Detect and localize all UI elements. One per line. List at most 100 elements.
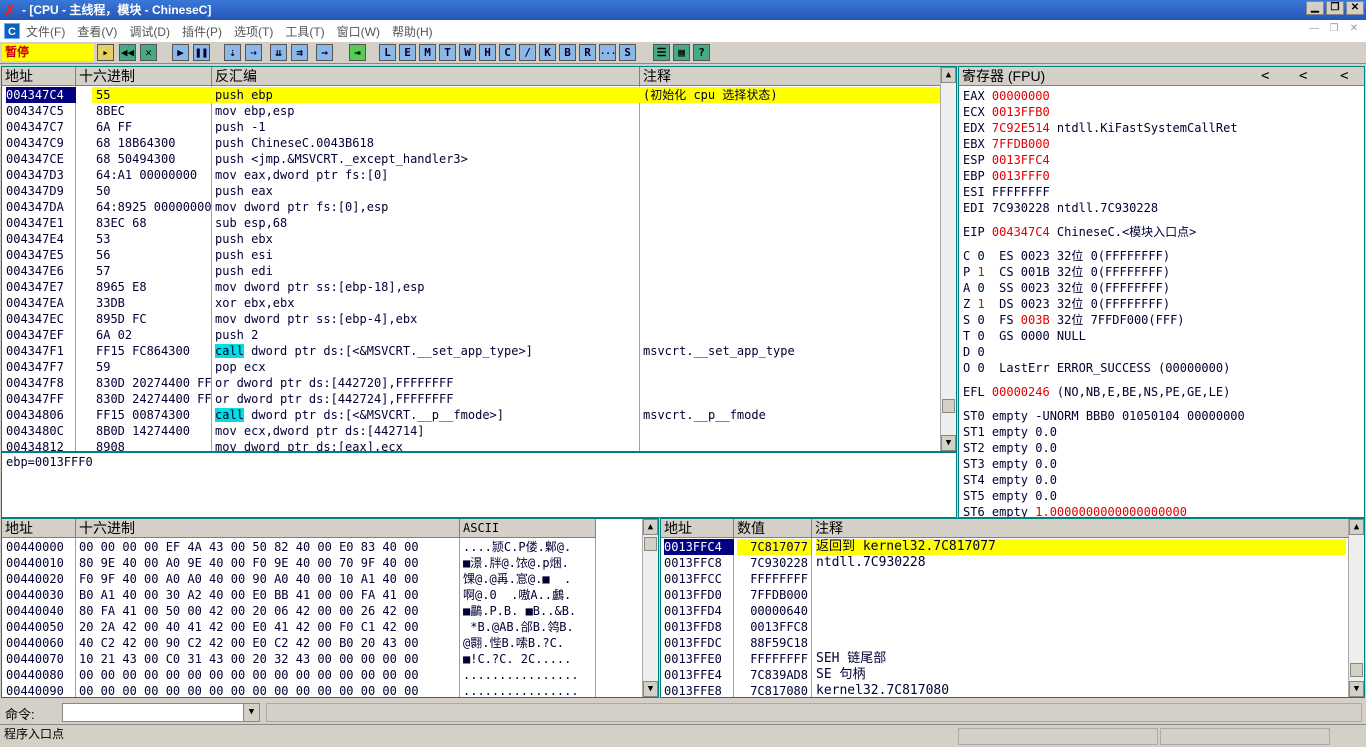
- disasm-row[interactable]: 004347F8 830D 20274400 FF or dword ptr ds:…: [2, 375, 942, 391]
- stack-row[interactable]: 0013FFE8 7C817080 kernel32.7C817080: [661, 683, 1349, 697]
- stack-col-address[interactable]: 地址: [661, 519, 734, 538]
- disasm-row[interactable]: 004347E5 56 push esi: [2, 247, 942, 263]
- disasm-instruction[interactable]: push -1: [215, 119, 639, 135]
- disasm-hex[interactable]: 59: [96, 359, 212, 375]
- dump-ascii[interactable]: 啊@.0 .嗷A..鸕.: [463, 587, 595, 603]
- disasm-comment[interactable]: (初始化 cpu 选择状态): [643, 87, 941, 103]
- register-name[interactable]: D 0: [963, 345, 985, 359]
- disasm-operands[interactable]: mov eax,dword ptr fs:[0]: [215, 168, 388, 182]
- dump-hex[interactable]: 00 00 00 00 EF 4A 43 00 50 82 40 00 E0 8…: [79, 539, 459, 555]
- disasm-instruction[interactable]: mov ebp,esp: [215, 103, 639, 119]
- trace-into-icon[interactable]: ⇊: [270, 44, 287, 61]
- register-name[interactable]: EFL: [963, 385, 992, 399]
- minimize-icon[interactable]: ▁: [1306, 1, 1324, 15]
- disasm-hex[interactable]: 6A 02: [96, 327, 212, 343]
- disasm-address[interactable]: 004347F8: [6, 375, 76, 391]
- register-line[interactable]: A 0 SS 0023 32位 0(FFFFFFFF): [963, 280, 1170, 296]
- stack-value[interactable]: 7C817080: [737, 683, 811, 697]
- dump-hex[interactable]: F0 9F 40 00 A0 A0 40 00 90 A0 40 00 10 A…: [79, 571, 459, 587]
- disasm-hex[interactable]: 53: [96, 231, 212, 247]
- stack-comment[interactable]: kernel32.7C817080: [816, 683, 1346, 697]
- memory-dump-pane[interactable]: 地址 十六进制 ASCII 00440000 00 00 00 00 EF 4A …: [1, 518, 659, 698]
- disasm-comment[interactable]: [643, 231, 941, 247]
- register-line[interactable]: D 0: [963, 344, 985, 360]
- register-name[interactable]: EBX: [963, 137, 992, 151]
- disasm-operands[interactable]: mov ecx,dword ptr ds:[442714]: [215, 424, 425, 438]
- reg-nav-prev-icon[interactable]: <: [1261, 68, 1269, 84]
- register-line[interactable]: EDI 7C930228 ntdll.7C930228: [963, 200, 1158, 216]
- disasm-row[interactable]: 00434806 FF15 00874300 call dword ptr ds:[…: [2, 407, 942, 423]
- disasm-row[interactable]: 004347F7 59 pop ecx: [2, 359, 942, 375]
- disasm-address[interactable]: 004347E6: [6, 263, 76, 279]
- register-name[interactable]: ST1 empty 0.0: [963, 425, 1057, 439]
- stack-address[interactable]: 0013FFC4: [664, 539, 734, 555]
- stack-col-comment[interactable]: 注释: [812, 519, 1350, 538]
- dump-hex[interactable]: 10 21 43 00 C0 31 43 00 20 32 43 00 00 0…: [79, 651, 459, 667]
- stack-row[interactable]: 0013FFD4 00000640: [661, 603, 1349, 619]
- dump-scroll-thumb[interactable]: [644, 537, 657, 551]
- disasm-address[interactable]: 004347EC: [6, 311, 76, 327]
- dump-ascii[interactable]: ................: [463, 667, 595, 683]
- stack-comment[interactable]: 返回到 kernel32.7C817077: [816, 539, 1346, 555]
- disasm-address[interactable]: 004347F1: [6, 343, 76, 359]
- stack-scrollbar[interactable]: ▲ ▼: [1348, 519, 1364, 697]
- toolbar-window-button-6[interactable]: H: [479, 44, 496, 61]
- disasm-comment[interactable]: [643, 439, 941, 451]
- stack-address[interactable]: 0013FFD4: [664, 603, 734, 619]
- scroll-thumb[interactable]: [942, 399, 955, 413]
- register-value[interactable]: 7C930228: [992, 201, 1050, 215]
- dump-hex[interactable]: 40 C2 42 00 90 C2 42 00 E0 C2 42 00 B0 2…: [79, 635, 459, 651]
- stack-row[interactable]: 0013FFD0 7FFDB000: [661, 587, 1349, 603]
- stack-row[interactable]: 0013FFDC 88F59C18: [661, 635, 1349, 651]
- toolbar-window-button-8[interactable]: /: [519, 44, 536, 61]
- register-line[interactable]: EBP 0013FFF0: [963, 168, 1050, 184]
- toolbar-window-button-13[interactable]: S: [619, 44, 636, 61]
- disasm-comment[interactable]: [643, 215, 941, 231]
- dump-row[interactable]: 00440030 B0 A1 40 00 30 A2 40 00 E0 BB 41…: [2, 587, 642, 603]
- stack-row[interactable]: 0013FFE0 FFFFFFFF SEH 链尾部: [661, 651, 1349, 667]
- dump-hex[interactable]: B0 A1 40 00 30 A2 40 00 E0 BB 41 00 00 F…: [79, 587, 459, 603]
- toolbar-window-button-2[interactable]: E: [399, 44, 416, 61]
- disasm-hex[interactable]: 64:8925 00000000: [96, 199, 212, 215]
- disasm-instruction[interactable]: push <jmp.&MSVCRT._except_handler3>: [215, 151, 639, 167]
- toolbar-window-button-9[interactable]: K: [539, 44, 556, 61]
- register-line[interactable]: O 0 LastErr ERROR_SUCCESS (00000000): [963, 360, 1230, 376]
- disasm-operands[interactable]: mov dword ptr fs:[0],esp: [215, 200, 388, 214]
- register-annotation[interactable]: DS 0023 32位 0(FFFFFFFF): [985, 297, 1170, 311]
- disasm-address[interactable]: 004347E4: [6, 231, 76, 247]
- stack-address[interactable]: 0013FFE4: [664, 667, 734, 683]
- dump-address[interactable]: 00440090: [6, 683, 76, 697]
- stack-comment[interactable]: [816, 571, 1346, 587]
- stack-row[interactable]: 0013FFD8 0013FFC8: [661, 619, 1349, 635]
- disasm-instruction[interactable]: push eax: [215, 183, 639, 199]
- stack-comment[interactable]: [816, 635, 1346, 651]
- disasm-operands[interactable]: mov ebp,esp: [215, 104, 294, 118]
- register-name[interactable]: ST2 empty 0.0: [963, 441, 1057, 455]
- register-line[interactable]: EFL 00000246 (NO,NB,E,BE,NS,PE,GE,LE): [963, 384, 1230, 400]
- disasm-address[interactable]: 004347F7: [6, 359, 76, 375]
- register-line[interactable]: ESI FFFFFFFF: [963, 184, 1050, 200]
- stack-value[interactable]: 7FFDB000: [737, 587, 811, 603]
- disasm-instruction[interactable]: mov dword ptr fs:[0],esp: [215, 199, 639, 215]
- register-name[interactable]: EDI: [963, 201, 992, 215]
- reg-nav-prev3-icon[interactable]: <: [1340, 68, 1348, 84]
- dump-ascii[interactable]: ■澋.牉@.饻@.p焑.: [463, 555, 595, 571]
- mdi-close-icon[interactable]: ✕: [1346, 23, 1362, 37]
- disasm-comment[interactable]: [643, 279, 941, 295]
- dump-address[interactable]: 00440000: [6, 539, 76, 555]
- registers-pane[interactable]: 寄存器 (FPU) < < < EAX 00000000 ECX 0013FFB0…: [958, 66, 1365, 518]
- disasm-instruction[interactable]: call dword ptr ds:[<&MSVCRT.__p__fmode>]: [215, 407, 639, 423]
- dump-scrollbar[interactable]: ▲ ▼: [642, 519, 658, 697]
- register-value[interactable]: 0013FFF0: [992, 169, 1050, 183]
- disasm-row[interactable]: 004347F1 FF15 FC864300 call dword ptr ds:[…: [2, 343, 942, 359]
- disasm-hex[interactable]: 57: [96, 263, 212, 279]
- menu-item[interactable]: 工具(T): [285, 23, 324, 40]
- dump-ascii[interactable]: ................: [463, 683, 595, 697]
- dump-row[interactable]: 00440090 00 00 00 00 00 00 00 00 00 00 00…: [2, 683, 642, 697]
- disasm-address[interactable]: 004347C4: [6, 87, 76, 103]
- disasm-address[interactable]: 00434812: [6, 439, 76, 451]
- stack-value[interactable]: 00000640: [737, 603, 811, 619]
- disasm-address[interactable]: 004347C5: [6, 103, 76, 119]
- disasm-row[interactable]: 00434812 8908 mov dword ptr ds:[eax],ecx: [2, 439, 942, 451]
- disasm-comment[interactable]: [643, 327, 941, 343]
